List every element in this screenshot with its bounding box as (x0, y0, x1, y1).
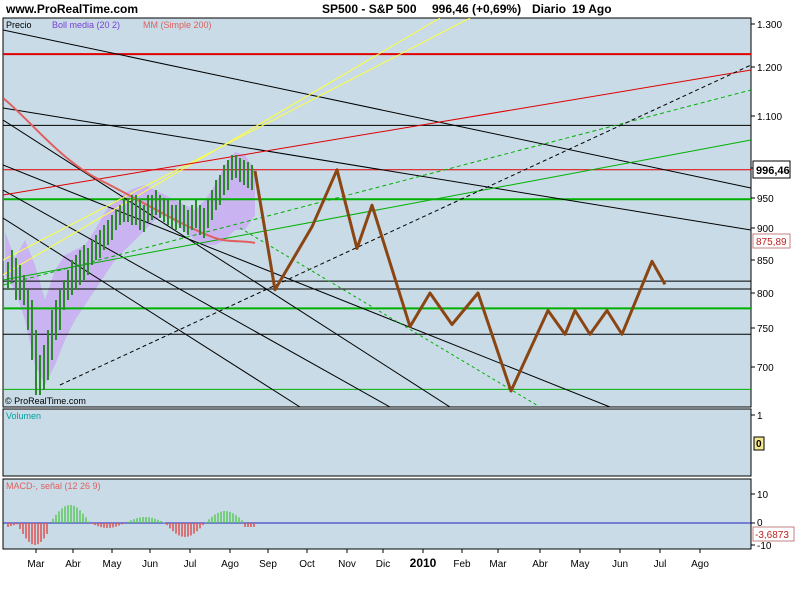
x-tick-label: Abr (532, 559, 548, 570)
x-tick-label: Mar (489, 559, 507, 570)
macd-panel (2, 478, 752, 550)
y-tick-label: 700 (757, 363, 774, 374)
x-axis: Mar Abr May Jun Jul Ago Sep Oct Nov Dic 2010 Feb Mar… (27, 549, 709, 570)
legend-ma200: MM (Simple 200) (143, 20, 212, 30)
y-axis: 1.3001.2001.1001.000950900850800750700 (751, 20, 782, 374)
x-tick-label: Oct (299, 559, 315, 570)
x-tick-label: Jun (612, 559, 628, 570)
x-tick-label: Dic (376, 559, 390, 570)
date-label: 19 Ago (572, 2, 612, 16)
y-tick-label: 900 (757, 224, 774, 235)
volume-panel (2, 408, 752, 477)
x-tick-label: Jul (184, 559, 197, 570)
x-tick-label: Feb (453, 559, 471, 570)
legend-precio: Precio (6, 20, 32, 30)
ma-price-label: 875,89 (756, 237, 787, 248)
x-tick-label: Jun (142, 559, 158, 570)
last-price-header: 996,46 (+0,69%) (432, 2, 521, 16)
y-tick-label: 1.200 (757, 63, 782, 74)
volume-scale-top: 1 (757, 411, 763, 422)
macd-tick-label-minus10: -10 (757, 541, 772, 552)
period-label: Diario (532, 2, 566, 16)
chart-title: SP500 - S&P 500 (322, 2, 417, 16)
last-price-label: 996,46 (756, 165, 790, 177)
y-tick-label: 850 (757, 256, 774, 267)
y-tick-label: 1.100 (757, 112, 782, 123)
volume-value: 0 (756, 439, 762, 450)
x-tick-label: 2010 (410, 556, 437, 570)
x-tick-label: Ago (691, 559, 709, 570)
macd-label: MACD-, señal (12 26 9) (6, 481, 101, 491)
x-tick-label: Ago (221, 559, 239, 570)
x-tick-label: May (571, 559, 590, 570)
x-tick-label: Abr (65, 559, 81, 570)
x-tick-label: Sep (259, 559, 277, 570)
y-tick-label: 800 (757, 289, 774, 300)
macd-value: -3,6873 (755, 530, 789, 541)
x-tick-label: May (103, 559, 122, 570)
x-tick-label: Mar (27, 559, 45, 570)
x-tick-label: Jul (654, 559, 667, 570)
y-tick-label: 750 (757, 324, 774, 335)
site-title[interactable]: www.ProRealTime.com (5, 2, 138, 16)
macd-tick-label-10: 10 (757, 490, 769, 501)
legend-bollinger: Boll media (20 2) (52, 20, 120, 30)
watermark: © ProRealTime.com (5, 396, 86, 406)
x-tick-label: Nov (338, 559, 356, 570)
volume-label: Volumen (6, 411, 41, 421)
y-tick-label: 1.300 (757, 20, 782, 31)
chart: www.ProRealTime.com SP500 - S&P 500 996,… (2, 2, 795, 570)
y-tick-label: 950 (757, 194, 774, 205)
